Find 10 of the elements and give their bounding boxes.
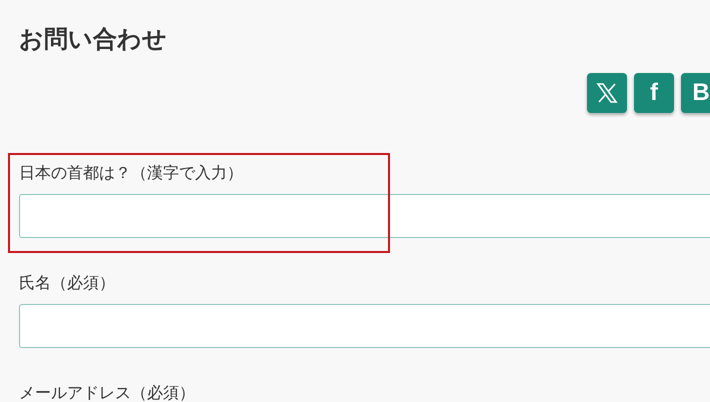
text-input-field[interactable]: [19, 194, 710, 238]
field-label: 日本の首都は？（漢字で入力）: [19, 162, 243, 184]
text-input-field[interactable]: [19, 304, 710, 348]
field-label: 氏名（必須）: [19, 272, 115, 294]
x-share-button[interactable]: [587, 73, 627, 113]
page-title: お問い合わせ: [18, 24, 167, 54]
share-button[interactable]: f: [634, 73, 674, 113]
field-label: メールアドレス（必須）: [19, 382, 195, 402]
x-logo-icon: [596, 82, 618, 104]
share-button[interactable]: B: [681, 73, 710, 113]
